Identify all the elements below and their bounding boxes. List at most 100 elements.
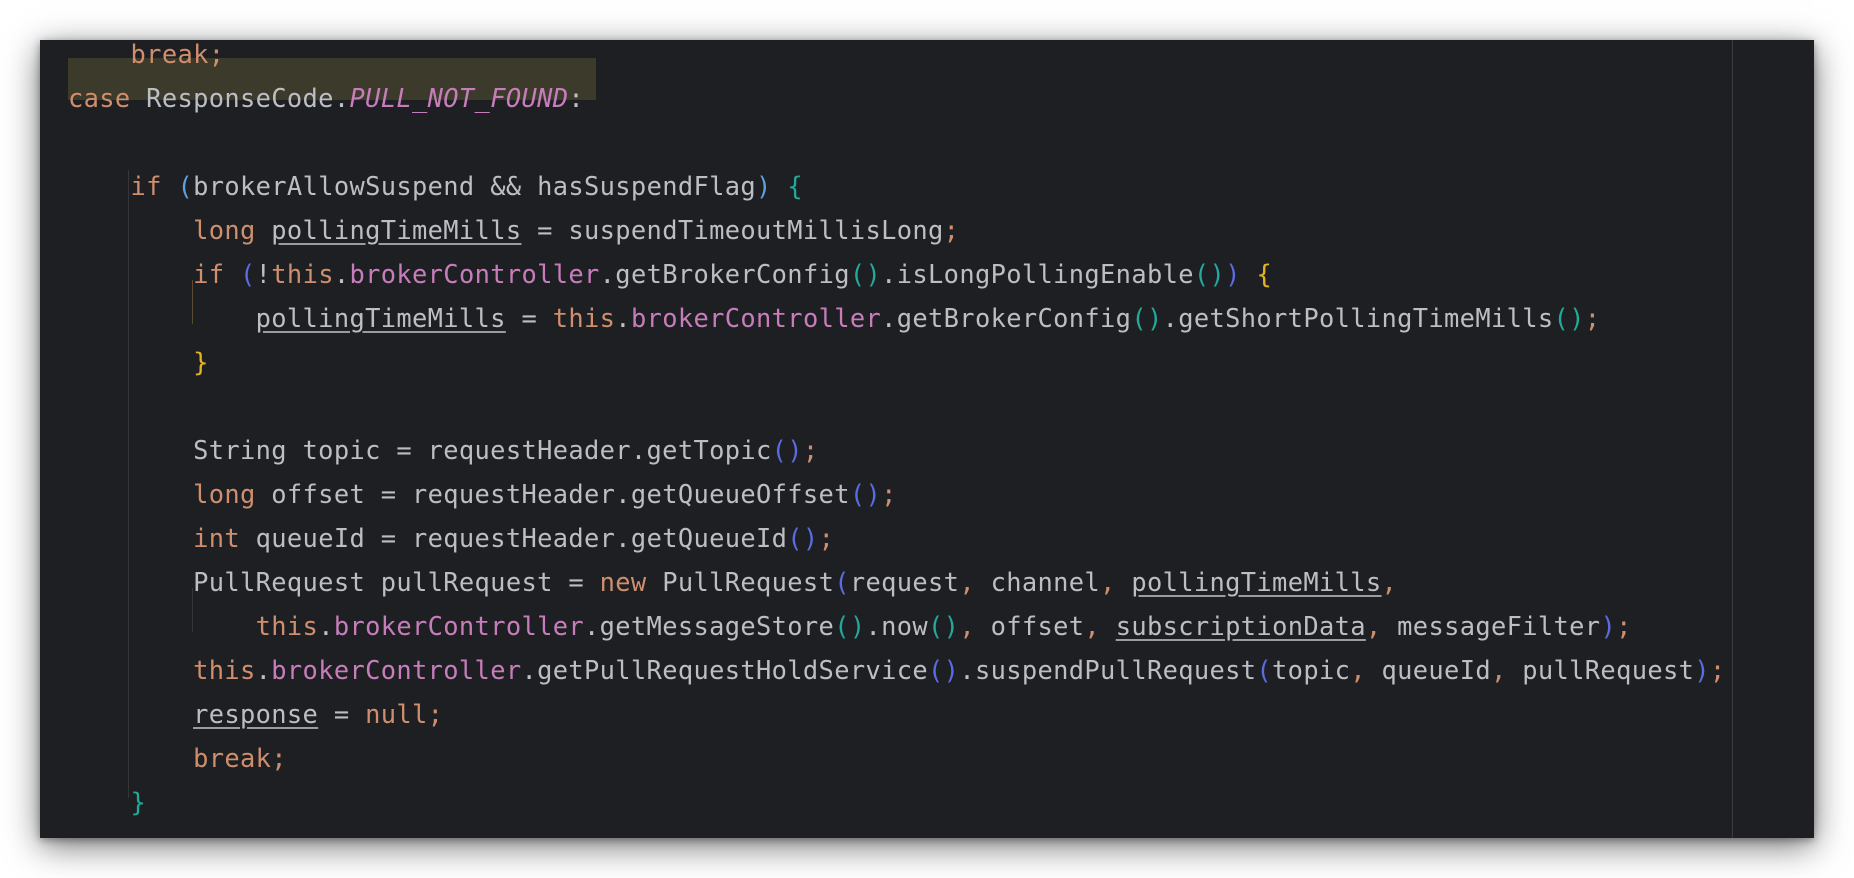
code-token: ResponseCode. bbox=[130, 83, 350, 113]
code-token: { bbox=[787, 171, 803, 201]
code-line[interactable]: this.brokerController.getPullRequestHold… bbox=[68, 652, 1726, 688]
code-token: : bbox=[568, 83, 585, 113]
code-token: { bbox=[1256, 259, 1273, 289]
code-token: brokerController bbox=[630, 303, 882, 333]
code-line[interactable]: pollingTimeMills = this.brokerController… bbox=[68, 300, 1600, 336]
code-token: offset bbox=[974, 611, 1085, 641]
code-token: . bbox=[318, 611, 334, 641]
code-token: if bbox=[130, 171, 162, 201]
code-token: , bbox=[1365, 611, 1382, 641]
code-token: ) bbox=[756, 171, 772, 201]
code-token: () bbox=[1131, 303, 1163, 333]
code-line[interactable]: } bbox=[68, 784, 146, 820]
code-token: PullRequest pullRequest = bbox=[68, 567, 600, 597]
code-token: this bbox=[271, 259, 334, 289]
code-token: ( bbox=[240, 259, 256, 289]
code-token: .getBrokerConfig bbox=[881, 303, 1132, 333]
code-line[interactable]: break; bbox=[68, 40, 224, 72]
code-token: , bbox=[1490, 655, 1507, 685]
code-token: , bbox=[1084, 611, 1101, 641]
code-token: queueId = requestHeader.getQueueId bbox=[240, 523, 788, 553]
code-token: . bbox=[615, 303, 631, 333]
code-token: .now bbox=[865, 611, 929, 641]
code-token: ! bbox=[255, 259, 272, 289]
code-token: queueId bbox=[1365, 655, 1491, 685]
code-token: if bbox=[193, 259, 225, 289]
code-token: () bbox=[834, 611, 866, 641]
code-token: subscriptionData bbox=[1115, 611, 1366, 641]
code-token: messageFilter bbox=[1381, 611, 1601, 641]
code-token: () bbox=[1553, 303, 1585, 333]
code-token: .getMessageStore bbox=[584, 611, 835, 641]
code-line[interactable]: if (!this.brokerController.getBrokerConf… bbox=[68, 256, 1272, 292]
code-token: .getBrokerConfig bbox=[599, 259, 850, 289]
code-token: ( bbox=[177, 171, 194, 201]
code-token: request bbox=[849, 567, 960, 597]
code-token: () bbox=[928, 611, 960, 641]
code-token: PULL_NOT_FOUND bbox=[349, 83, 569, 113]
code-token: .getPullRequestHoldService bbox=[521, 655, 929, 685]
code-token: () bbox=[787, 523, 819, 553]
code-token: PullRequest bbox=[646, 567, 835, 597]
code-token: ; bbox=[1616, 611, 1632, 641]
code-token: ; bbox=[1709, 655, 1726, 685]
code-token: = bbox=[505, 303, 553, 333]
code-token: break; bbox=[193, 743, 287, 773]
code-token: () bbox=[928, 655, 960, 685]
code-token: = suspendTimeoutMillisLong bbox=[521, 215, 944, 245]
code-line[interactable]: long offset = requestHeader.getQueueOffs… bbox=[68, 476, 897, 512]
code-token: pollingTimeMills bbox=[255, 303, 506, 333]
code-token: brokerAllowSuspend && hasSuspendFlag bbox=[193, 171, 757, 201]
code-token: ; bbox=[943, 215, 960, 245]
code-token: topic bbox=[1272, 655, 1351, 685]
code-line[interactable]: break; bbox=[68, 740, 287, 776]
code-token: long bbox=[193, 479, 256, 509]
code-token: .isLongPollingEnable bbox=[881, 259, 1194, 289]
code-token: pollingTimeMills bbox=[271, 215, 522, 245]
code-token: () bbox=[849, 259, 882, 289]
code-token: ; bbox=[1584, 303, 1601, 333]
code-token: this bbox=[552, 303, 616, 333]
code-token: } bbox=[193, 347, 209, 377]
code-line[interactable]: int queueId = requestHeader.getQueueId()… bbox=[68, 520, 834, 556]
code-token: . bbox=[255, 655, 272, 685]
code-token: new bbox=[599, 567, 647, 597]
code-token: . bbox=[333, 259, 350, 289]
code-line[interactable]: response = null; bbox=[68, 696, 443, 732]
code-token: } bbox=[130, 787, 147, 817]
code-line[interactable]: } bbox=[68, 344, 209, 380]
code-line[interactable]: PullRequest pullRequest = new PullReques… bbox=[68, 564, 1397, 600]
code-token: , bbox=[1350, 655, 1366, 685]
code-token: String topic = requestHeader.getTopic bbox=[68, 435, 772, 465]
code-token: this bbox=[193, 655, 256, 685]
code-token: int bbox=[193, 523, 241, 553]
code-token: brokerController bbox=[333, 611, 585, 641]
code-token: pullRequest bbox=[1506, 655, 1695, 685]
code-token: , bbox=[1381, 567, 1398, 597]
code-token: , bbox=[1100, 567, 1116, 597]
code-line[interactable]: long pollingTimeMills = suspendTimeoutMi… bbox=[68, 212, 959, 248]
code-token: pollingTimeMills bbox=[1131, 567, 1382, 597]
code-editor-window[interactable]: break; case ResponseCode.PULL_NOT_FOUND: … bbox=[40, 40, 1814, 838]
code-line[interactable]: this.brokerController.getMessageStore().… bbox=[68, 608, 1632, 644]
code-token: ) bbox=[1225, 259, 1241, 289]
code-line[interactable]: String topic = requestHeader.getTopic(); bbox=[68, 432, 819, 468]
right-margin-guide bbox=[1732, 40, 1733, 838]
code-line[interactable]: if (brokerAllowSuspend && hasSuspendFlag… bbox=[68, 168, 803, 204]
code-line[interactable]: case ResponseCode.PULL_NOT_FOUND: bbox=[68, 80, 584, 116]
code-token: ( bbox=[1256, 655, 1273, 685]
